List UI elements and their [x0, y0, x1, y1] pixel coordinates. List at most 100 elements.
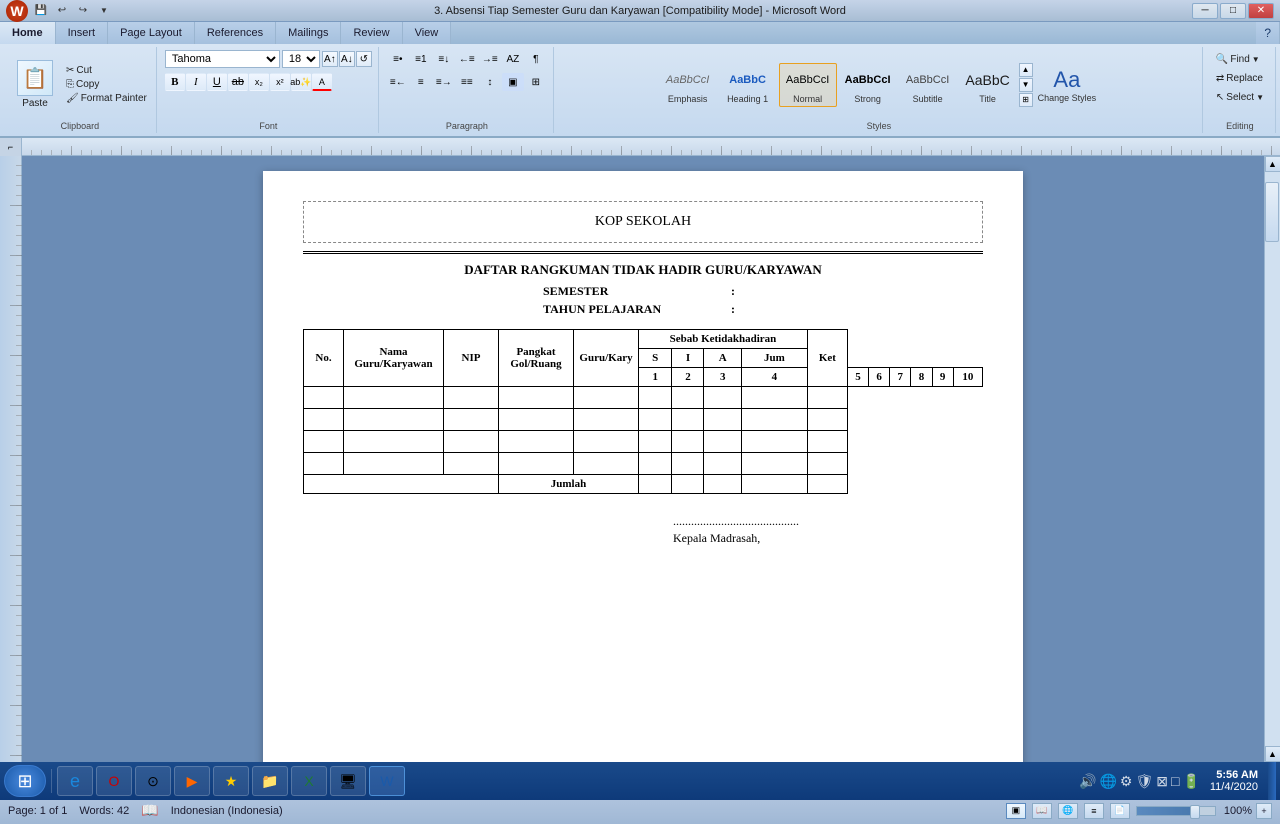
start-button[interactable]: ⊞	[4, 765, 46, 797]
underline-button[interactable]: U	[207, 73, 227, 91]
taskbar-app4[interactable]: ▶	[174, 766, 210, 796]
close-button[interactable]: ✕	[1248, 3, 1274, 19]
copy-button[interactable]: ⎘ Copy	[63, 78, 150, 91]
redo-button[interactable]: ↪	[74, 3, 92, 19]
change-styles-button[interactable]: Aa Change Styles	[1035, 64, 1100, 106]
style-item-title[interactable]: AaBbC Title	[959, 63, 1017, 107]
document-area[interactable]: KOP SEKOLAH DAFTAR RANGKUMAN TIDAK HADIR…	[22, 156, 1264, 796]
tab-insert[interactable]: Insert	[56, 22, 109, 44]
bullets-button[interactable]: ≡•	[387, 50, 409, 68]
customize-quick-access[interactable]: ▼	[95, 3, 113, 19]
taskbar-chrome[interactable]: ⊙	[135, 766, 171, 796]
tray-icon-3[interactable]: ⚙	[1120, 773, 1133, 790]
borders-button[interactable]: ⊞	[525, 73, 547, 91]
scroll-track[interactable]	[1265, 172, 1280, 746]
style-item-subtitle[interactable]: AaBbCcI Subtitle	[899, 63, 957, 107]
align-left-button[interactable]: ≡←	[387, 73, 409, 91]
taskbar-opera[interactable]: O	[96, 766, 132, 796]
style-item-strong[interactable]: AaBbCcI Strong	[839, 63, 897, 107]
taskbar-app5[interactable]: ★	[213, 766, 249, 796]
bold-button[interactable]: B	[165, 73, 185, 91]
tab-home[interactable]: Home	[0, 22, 56, 44]
decrease-indent-button[interactable]: ←≡	[456, 50, 478, 68]
style-item-emphasis[interactable]: AaBbCcI Emphasis	[659, 63, 717, 107]
horizontal-ruler[interactable]	[22, 138, 1280, 155]
web-layout-button[interactable]: 🌐	[1058, 803, 1078, 819]
zoom-in-button[interactable]: +	[1256, 803, 1272, 819]
style-item-heading1[interactable]: AaBbC Heading 1	[719, 63, 777, 107]
maximize-button[interactable]: □	[1220, 3, 1246, 19]
scroll-thumb[interactable]	[1265, 182, 1279, 242]
save-button[interactable]: 💾	[32, 3, 50, 19]
styles-scroll-up[interactable]: ▲	[1019, 63, 1033, 77]
sort-button[interactable]: AZ	[502, 50, 524, 68]
help-icon[interactable]: ?	[1256, 22, 1280, 44]
vertical-ruler[interactable]	[0, 156, 22, 796]
font-size-buttons: A↑ A↓ ↺	[322, 51, 372, 67]
font-size-select[interactable]: 18	[282, 50, 320, 68]
text-highlight-button[interactable]: ab✨	[291, 73, 311, 91]
office-button[interactable]: W	[6, 0, 28, 22]
taskbar-excel[interactable]: X	[291, 766, 327, 796]
superscript-button[interactable]: x²	[270, 73, 290, 91]
format-painter-button[interactable]: 🖌 Format Painter	[63, 92, 150, 105]
find-button[interactable]: 🔍 Find ▼	[1211, 51, 1269, 68]
undo-button[interactable]: ↩	[53, 3, 71, 19]
align-right-button[interactable]: ≡→	[433, 73, 455, 91]
editing-label: Editing	[1226, 121, 1254, 131]
shading-button[interactable]: ▣	[502, 73, 524, 91]
tray-icon-5[interactable]: ⊠	[1156, 773, 1168, 790]
font-color-button[interactable]: A	[312, 73, 332, 91]
tab-references[interactable]: References	[195, 22, 276, 44]
tray-icon-2[interactable]: 🌐	[1099, 773, 1116, 790]
tab-mailings[interactable]: Mailings	[276, 22, 341, 44]
tray-icon-7[interactable]: 🔋	[1182, 773, 1199, 790]
multilevel-list-button[interactable]: ≡↓	[433, 50, 455, 68]
justify-button[interactable]: ≡≡	[456, 73, 478, 91]
zoom-slider[interactable]	[1136, 806, 1216, 816]
clipboard-label: Clipboard	[61, 121, 100, 131]
increase-indent-button[interactable]: →≡	[479, 50, 501, 68]
taskbar-app6[interactable]: 📁	[252, 766, 288, 796]
replace-button[interactable]: ⇄ Replace	[1211, 70, 1269, 87]
styles-scroll-down[interactable]: ▼	[1019, 78, 1033, 92]
full-reading-button[interactable]: 📖	[1032, 803, 1052, 819]
align-center-button[interactable]: ≡	[410, 73, 432, 91]
print-layout-button[interactable]: ▣	[1006, 803, 1026, 819]
show-formatting-button[interactable]: ¶	[525, 50, 547, 68]
scroll-up-button[interactable]: ▲	[1265, 156, 1280, 172]
taskbar-ie[interactable]: e	[57, 766, 93, 796]
taskbar-word[interactable]: W	[369, 766, 405, 796]
ruler-corner[interactable]: ⌐	[0, 138, 22, 156]
tab-page-layout[interactable]: Page Layout	[108, 22, 195, 44]
line-spacing-button[interactable]: ↕	[479, 73, 501, 91]
style-item-normal[interactable]: AaBbCcI Normal	[779, 63, 837, 107]
subscript-button[interactable]: x₂	[249, 73, 269, 91]
system-clock[interactable]: 5:56 AM 11/4/2020	[1204, 769, 1264, 793]
draft-button[interactable]: 📄	[1110, 803, 1130, 819]
show-desktop-button[interactable]	[1268, 762, 1276, 800]
tab-view[interactable]: View	[403, 22, 452, 44]
zoom-handle[interactable]	[1190, 805, 1200, 819]
font-name-select[interactable]: Tahoma	[165, 50, 280, 68]
styles-expand[interactable]: ⊞	[1019, 93, 1033, 107]
tahun-row: TAHUN PELAJARAN :	[303, 302, 983, 317]
outline-button[interactable]: ≡	[1084, 803, 1104, 819]
minimize-button[interactable]: ─	[1192, 3, 1218, 19]
taskbar-app8[interactable]: 🖥	[330, 766, 366, 796]
paste-button[interactable]: 📋 Paste	[10, 57, 60, 112]
numbering-button[interactable]: ≡1	[410, 50, 432, 68]
increase-font-size-button[interactable]: A↑	[322, 51, 338, 67]
tray-icon-4[interactable]: 🛡	[1135, 773, 1153, 790]
select-button[interactable]: ↖ Select ▼	[1211, 89, 1269, 106]
decrease-font-size-button[interactable]: A↓	[339, 51, 355, 67]
cut-button[interactable]: ✂ Cut	[63, 64, 150, 77]
doc-main-title: DAFTAR RANGKUMAN TIDAK HADIR GURU/KARYAW…	[303, 262, 983, 278]
strikethrough-button[interactable]: ab	[228, 73, 248, 91]
italic-button[interactable]: I	[186, 73, 206, 91]
clear-formatting-button[interactable]: ↺	[356, 51, 372, 67]
tab-review[interactable]: Review	[341, 22, 402, 44]
tray-icon-6[interactable]: □	[1171, 773, 1179, 789]
scroll-page-up[interactable]: ▲	[1265, 746, 1280, 762]
tray-icon-1[interactable]: 🔊	[1079, 773, 1096, 790]
